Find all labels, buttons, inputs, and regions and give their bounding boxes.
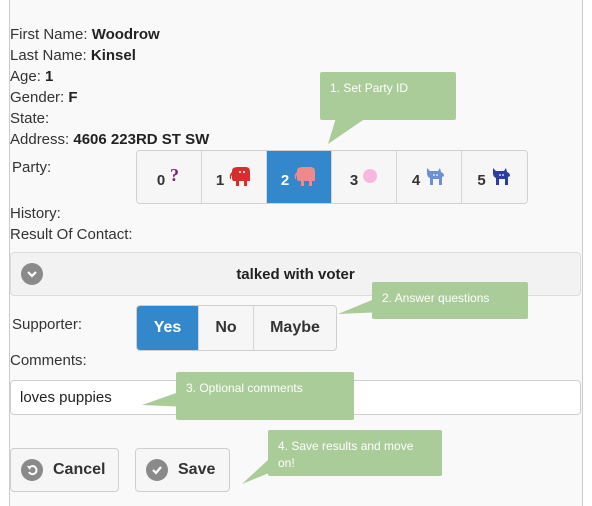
gender-value: F [68, 89, 78, 106]
last-name-value: Kinsel [90, 47, 136, 64]
callout-answer-questions: 2. Answer questions [372, 282, 528, 319]
state-row: State: [10, 108, 49, 129]
first-name-row: First Name: Woodrow [10, 24, 160, 45]
last-name-label: Last Name: [10, 47, 87, 64]
donkey-icon [427, 168, 445, 185]
comments-label: Comments: [10, 352, 87, 369]
party-option-number: 1 [215, 171, 225, 189]
donkey-icon [492, 168, 510, 185]
party-option-number: 2 [280, 171, 290, 189]
supporter-no-button[interactable]: No [199, 306, 254, 350]
check-icon [146, 459, 168, 481]
gender-label: Gender: [10, 89, 65, 106]
address-value: 4606 223RD ST SW [73, 131, 210, 148]
cancel-button[interactable]: Cancel [10, 448, 119, 492]
party-label: Party: [12, 159, 52, 176]
callout-tail [328, 118, 366, 144]
callout-set-party-id: 1. Set Party ID [320, 72, 456, 120]
party-option-number: 0 [156, 171, 166, 189]
party-option-2[interactable]: 2 [267, 151, 332, 203]
party-option-0[interactable]: 0 ? [137, 151, 202, 203]
supporter-yes-button[interactable]: Yes [137, 306, 199, 350]
svg-text:?: ? [170, 167, 179, 185]
history-label: History: [10, 205, 61, 222]
callout-save-results: 4. Save results and move on! [268, 430, 442, 476]
save-label: Save [178, 461, 216, 478]
address-label: Address: [10, 131, 70, 148]
question-mark-icon: ? [170, 167, 179, 185]
party-option-number: 5 [477, 171, 486, 189]
pink-circle-icon [363, 169, 378, 183]
party-option-1[interactable]: 1 [202, 151, 267, 203]
save-button[interactable]: Save [135, 448, 230, 492]
party-selector: 0 ? 1 2 3 4 5 [136, 150, 528, 204]
state-label: State: [10, 110, 50, 127]
callout-optional-comments: 3. Optional comments [176, 372, 354, 420]
supporter-maybe-button[interactable]: Maybe [254, 306, 336, 350]
party-option-3[interactable]: 3 [332, 151, 397, 203]
age-value: 1 [45, 68, 54, 85]
elephant-icon [294, 167, 316, 186]
gender-row: Gender: F [10, 87, 78, 108]
last-name-row: Last Name: Kinsel [10, 45, 136, 66]
undo-icon [21, 459, 43, 481]
first-name-value: Woodrow [91, 26, 160, 43]
elephant-icon [229, 167, 251, 186]
age-label: Age: [10, 68, 41, 85]
party-option-number: 4 [411, 171, 421, 189]
age-row: Age: 1 [10, 66, 53, 87]
party-option-4[interactable]: 4 [397, 151, 462, 203]
result-of-contact-label: Result Of Contact: [10, 226, 133, 243]
supporter-label: Supporter: [12, 316, 83, 333]
party-option-number: 3 [349, 171, 359, 189]
address-row: Address: 4606 223RD ST SW [10, 129, 209, 150]
cancel-label: Cancel [53, 461, 106, 478]
first-name-label: First Name: [10, 26, 88, 43]
collapsible-title: talked with voter [236, 266, 355, 283]
supporter-selector: Yes No Maybe [136, 305, 337, 351]
party-option-5[interactable]: 5 [462, 151, 527, 203]
